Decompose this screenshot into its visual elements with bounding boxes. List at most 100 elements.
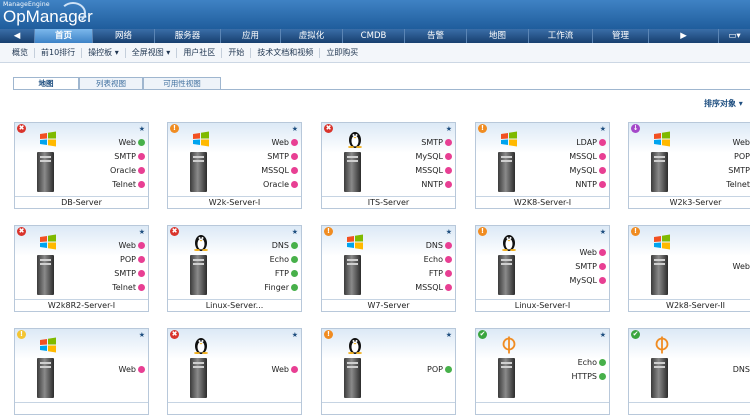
nav-item-admin[interactable]: 管理: [593, 29, 649, 43]
service-row[interactable]: SMTP: [415, 136, 452, 150]
pin-star-icon[interactable]: ★: [292, 125, 298, 133]
pin-star-icon[interactable]: ★: [292, 331, 298, 339]
service-row[interactable]: SMTP: [112, 267, 145, 281]
pin-star-icon[interactable]: ★: [446, 228, 452, 236]
service-row[interactable]: Telnet: [112, 281, 145, 295]
device-card[interactable]: ✔★DNS: [628, 328, 750, 415]
service-row[interactable]: Web: [119, 363, 145, 377]
service-row[interactable]: Echo: [415, 253, 452, 267]
device-name[interactable]: [629, 402, 750, 414]
service-row[interactable]: POP: [112, 253, 145, 267]
service-row[interactable]: Finger: [264, 281, 298, 295]
service-row[interactable]: Oracle: [261, 178, 298, 192]
device-name[interactable]: W2k8R2-Server-I: [15, 299, 148, 311]
device-name[interactable]: ITS-Server: [322, 196, 455, 208]
service-row[interactable]: Echo: [264, 253, 298, 267]
service-row[interactable]: Web: [261, 136, 298, 150]
pin-star-icon[interactable]: ★: [446, 331, 452, 339]
device-card[interactable]: ! ★ Web SMTP MySQL Linux-Server-I: [475, 225, 610, 312]
service-row[interactable]: NNTP: [415, 178, 452, 192]
nav-forward-arrow-icon[interactable]: ▶: [649, 29, 719, 43]
service-row[interactable]: MSSQL: [261, 164, 298, 178]
device-card[interactable]: ✖ ★ Web POP SMTP Telnet W2k8R2-Server-I: [14, 225, 149, 312]
device-card[interactable]: ✖ ★ Web SMTP Oracle Telnet DB-Server: [14, 122, 149, 209]
service-row[interactable]: DNS: [733, 363, 750, 377]
nav-item-cmdb[interactable]: CMDB: [343, 29, 405, 43]
nav-item-servers[interactable]: 服务器: [155, 29, 221, 43]
device-card[interactable]: ! ★ Web: [14, 328, 149, 415]
pin-star-icon[interactable]: ★: [292, 228, 298, 236]
service-row[interactable]: FTP: [415, 267, 452, 281]
subnav-community[interactable]: 用户社区: [177, 47, 223, 58]
nav-item-workflow[interactable]: 工作流: [529, 29, 593, 43]
service-row[interactable]: Web: [726, 136, 750, 150]
device-name[interactable]: Linux-Server-I: [476, 299, 609, 311]
service-row[interactable]: HTTPS: [571, 370, 606, 384]
device-name[interactable]: [322, 402, 455, 414]
pin-star-icon[interactable]: ★: [446, 125, 452, 133]
device-card[interactable]: !★WebW2k8-Server-II: [628, 225, 750, 312]
subnav-docs-videos[interactable]: 技术文档和视频: [251, 47, 321, 58]
nav-item-alarms[interactable]: 告警: [405, 29, 467, 43]
service-row[interactable]: SMTP: [261, 150, 298, 164]
service-row[interactable]: Oracle: [110, 164, 145, 178]
subnav-dashboard[interactable]: 操控板 ▾: [82, 47, 126, 58]
service-row[interactable]: POP: [726, 150, 750, 164]
service-row[interactable]: MySQL: [569, 164, 606, 178]
device-name[interactable]: [15, 402, 148, 414]
service-row[interactable]: DNS: [264, 239, 298, 253]
service-row[interactable]: MySQL: [415, 150, 452, 164]
device-card[interactable]: ↓★WebPOPSMTPTelnetW2k3-Server: [628, 122, 750, 209]
subnav-buy-now[interactable]: 立即购买: [320, 48, 364, 58]
device-card[interactable]: ! ★ DNS Echo FTP MSSQL W7-Server: [321, 225, 456, 312]
device-card[interactable]: ✖ ★ SMTP MySQL MSSQL NNTP ITS-Server: [321, 122, 456, 209]
monitor-menu-icon[interactable]: ▭▾: [719, 29, 750, 43]
subnav-overview[interactable]: 概览: [6, 47, 35, 58]
service-row[interactable]: Echo: [571, 356, 606, 370]
service-row[interactable]: Web: [112, 239, 145, 253]
nav-item-maps[interactable]: 地图: [467, 29, 529, 43]
pin-star-icon[interactable]: ★: [600, 228, 606, 236]
service-row[interactable]: Web: [272, 363, 298, 377]
device-name[interactable]: DB-Server: [15, 196, 148, 208]
subnav-getting-started[interactable]: 开始: [222, 47, 252, 58]
nav-back-arrow-icon[interactable]: ◀: [0, 29, 35, 43]
service-row[interactable]: DNS: [415, 239, 452, 253]
device-name[interactable]: W2k-Server-I: [168, 196, 301, 208]
device-card[interactable]: ✖ ★ Web: [167, 328, 302, 415]
subnav-top10[interactable]: 前10排行: [35, 47, 83, 58]
device-card[interactable]: ! ★ POP: [321, 328, 456, 415]
device-name[interactable]: W2K8-Server-I: [476, 196, 609, 208]
device-card[interactable]: ✖ ★ DNS Echo FTP Finger Linux-Server...: [167, 225, 302, 312]
sort-by-dropdown[interactable]: 排序对象 ▾: [704, 98, 743, 109]
service-row[interactable]: NNTP: [569, 178, 606, 192]
service-row[interactable]: SMTP: [110, 150, 145, 164]
service-row[interactable]: MySQL: [570, 274, 606, 288]
service-row[interactable]: FTP: [264, 267, 298, 281]
device-card[interactable]: ! ★ LDAP MSSQL MySQL NNTP W2K8-Server-I: [475, 122, 610, 209]
service-row[interactable]: POP: [427, 363, 452, 377]
service-row[interactable]: LDAP: [569, 136, 606, 150]
device-name[interactable]: W2k8-Server-II: [629, 299, 750, 311]
service-row[interactable]: Web: [110, 136, 145, 150]
service-row[interactable]: SMTP: [726, 164, 750, 178]
device-name[interactable]: [168, 402, 301, 414]
nav-item-home[interactable]: 首页: [35, 29, 93, 43]
service-row[interactable]: SMTP: [570, 260, 606, 274]
nav-item-apps[interactable]: 应用: [221, 29, 281, 43]
pin-star-icon[interactable]: ★: [139, 331, 145, 339]
device-name[interactable]: W7-Server: [322, 299, 455, 311]
service-row[interactable]: MSSQL: [415, 164, 452, 178]
service-row[interactable]: MSSQL: [569, 150, 606, 164]
service-row[interactable]: Telnet: [110, 178, 145, 192]
device-name[interactable]: W2k3-Server: [629, 196, 750, 208]
device-name[interactable]: [476, 402, 609, 414]
device-card[interactable]: ! ★ Web SMTP MSSQL Oracle W2k-Server-I: [167, 122, 302, 209]
nav-item-network[interactable]: 网络: [93, 29, 155, 43]
subnav-fullscreen[interactable]: 全屏视图 ▾: [126, 47, 178, 58]
nav-item-virtualization[interactable]: 虚拟化: [281, 29, 343, 43]
service-row[interactable]: Web: [733, 260, 750, 274]
device-name[interactable]: Linux-Server...: [168, 299, 301, 311]
service-row[interactable]: Telnet: [726, 178, 750, 192]
pin-star-icon[interactable]: ★: [600, 331, 606, 339]
